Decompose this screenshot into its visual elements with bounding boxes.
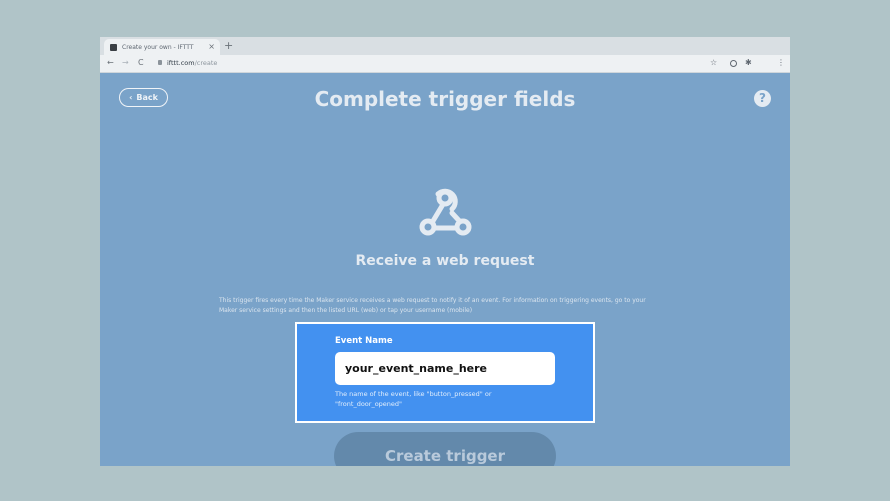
- trigger-description: This trigger fires every time the Maker …: [219, 297, 646, 314]
- bookmark-star-icon[interactable]: ☆: [710, 58, 717, 68]
- ifttt-favicon-icon: [110, 43, 117, 51]
- trigger-page: ‹ Back Complete trigger fields ? Receive…: [100, 73, 790, 466]
- browser-tab[interactable]: Create your own - IFTTT ×: [104, 39, 220, 55]
- tab-bar: Create your own - IFTTT × +: [100, 37, 790, 55]
- tab-close-icon[interactable]: ×: [208, 42, 215, 52]
- address-bar[interactable]: ifttt.com/create: [167, 58, 217, 68]
- browser-window: Create your own - IFTTT × + ← → C ifttt.…: [100, 37, 790, 466]
- page-title: Complete trigger fields: [314, 87, 576, 111]
- new-tab-icon[interactable]: +: [224, 39, 233, 53]
- browser-toolbar: ← → C ifttt.com/create ☆ ✱ ⋮: [100, 55, 790, 73]
- service-title: Receive a web request: [355, 253, 535, 269]
- tab-title: Create your own - IFTTT: [122, 43, 194, 51]
- browser-menu-icon[interactable]: ⋮: [777, 58, 785, 68]
- webhook-icon: [419, 188, 472, 236]
- create-trigger-button[interactable]: Create trigger: [334, 432, 556, 466]
- lock-icon: [158, 60, 162, 65]
- event-name-input[interactable]: [335, 352, 555, 385]
- url-path: /create: [194, 59, 218, 67]
- url-host: ifttt.com: [167, 59, 195, 67]
- back-arrow-icon[interactable]: ←: [107, 58, 114, 68]
- account-icon[interactable]: [730, 60, 737, 67]
- event-name-help-text: The name of the event, like "button_pres…: [335, 390, 492, 408]
- event-name-field-group: Event Name The name of the event, like "…: [295, 322, 595, 423]
- help-icon[interactable]: ?: [754, 90, 771, 107]
- event-name-label: Event Name: [335, 336, 393, 346]
- extensions-icon[interactable]: ✱: [745, 58, 752, 68]
- forward-arrow-icon[interactable]: →: [122, 58, 129, 68]
- reload-icon[interactable]: C: [138, 58, 144, 68]
